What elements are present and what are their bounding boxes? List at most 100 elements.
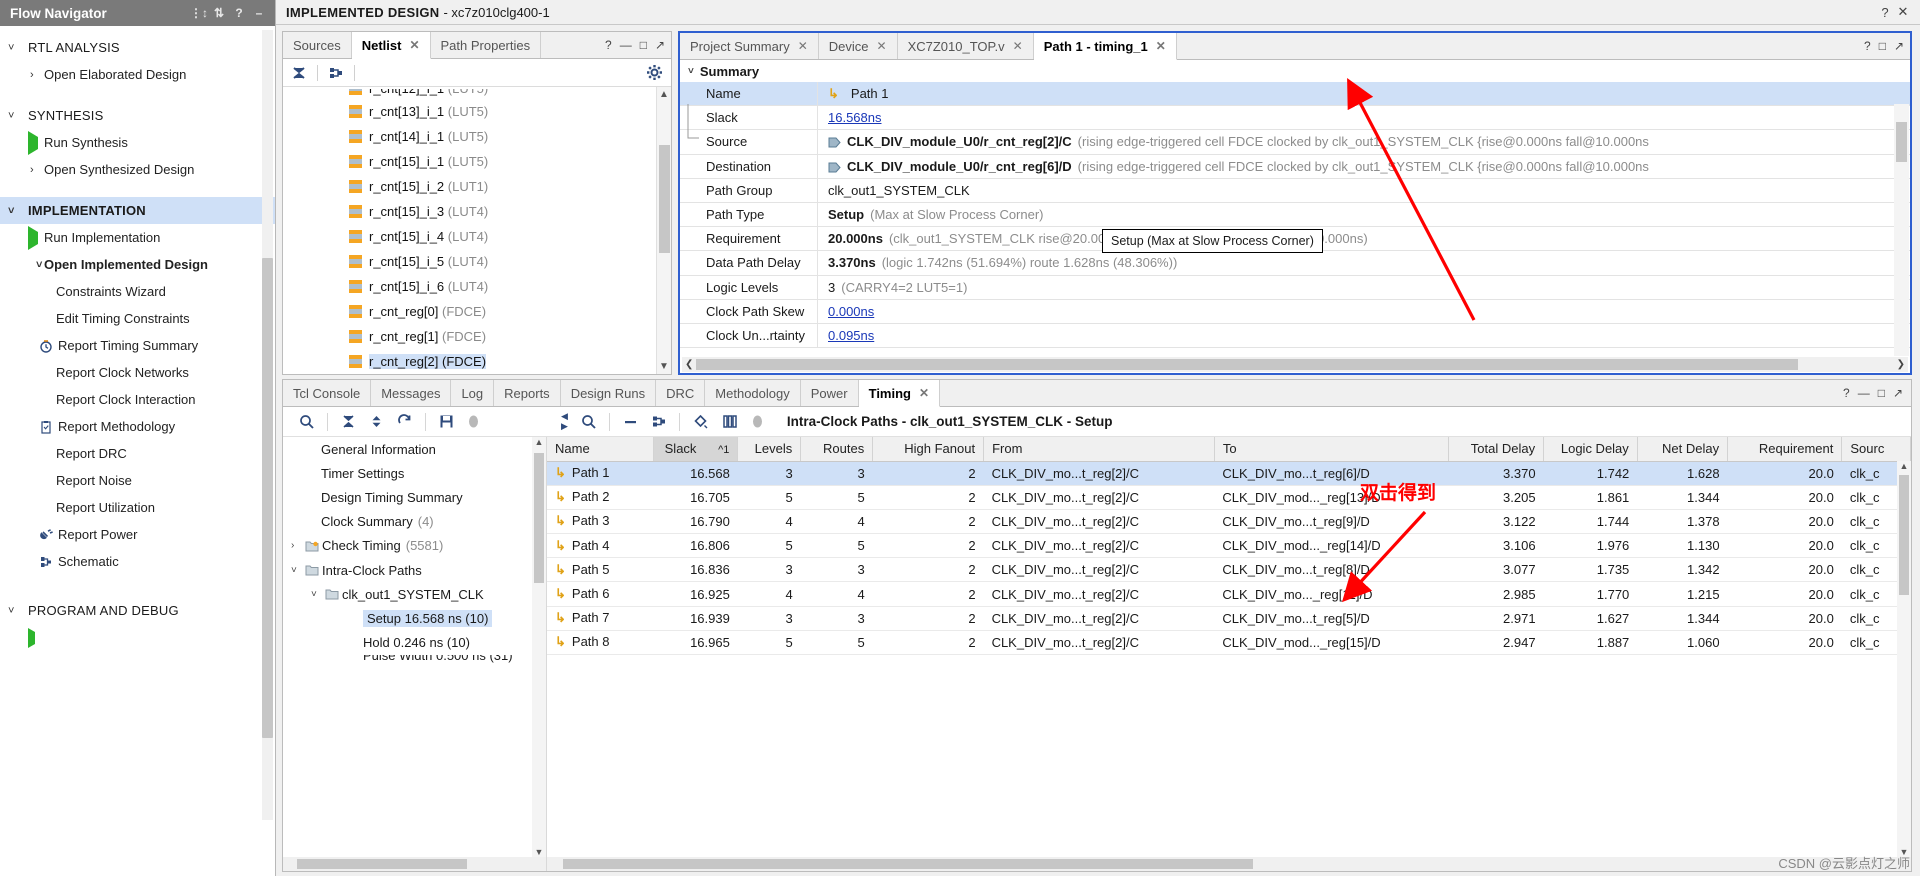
sidebar-section-implementation[interactable]: ˅ IMPLEMENTATION bbox=[0, 197, 275, 224]
collapse-all-icon[interactable] bbox=[341, 414, 356, 429]
scroll-thumb[interactable] bbox=[1896, 122, 1907, 162]
collapse-all-icon[interactable]: ⋮↕ bbox=[189, 6, 209, 20]
tab-messages[interactable]: Messages bbox=[371, 380, 452, 406]
close-icon[interactable]: ✕ bbox=[1894, 4, 1912, 20]
schematic-icon[interactable] bbox=[328, 65, 344, 81]
netlist-scrollbar[interactable]: ▲ ▼ bbox=[656, 87, 671, 374]
refresh-icon[interactable] bbox=[397, 414, 412, 429]
scroll-down-icon[interactable]: ▼ bbox=[532, 847, 546, 857]
scroll-thumb[interactable] bbox=[534, 453, 544, 583]
summary-row-path-group[interactable]: Path Group clk_out1_SYSTEM_CLK bbox=[680, 178, 1910, 203]
tree-item-pulse-width[interactable]: Pulse Width 0.500 ns (31) bbox=[283, 655, 546, 667]
summary-row-logic-levels[interactable]: Logic Levels 3 (CARRY4=2 LUT5=1) bbox=[680, 275, 1910, 300]
tree-item-timer-settings[interactable]: Timer Settings bbox=[283, 461, 546, 485]
table-vertical-scrollbar[interactable]: ▲ ▼ bbox=[1897, 461, 1911, 857]
sidebar-item-report-methodology[interactable]: Report Methodology bbox=[0, 413, 275, 440]
tab-reports[interactable]: Reports bbox=[494, 380, 561, 406]
column-header-from[interactable]: From bbox=[983, 437, 1215, 462]
tab-path-properties[interactable]: Path Properties bbox=[431, 32, 542, 58]
sidebar-item-report-power[interactable]: Report Power bbox=[0, 521, 275, 548]
scroll-up-icon[interactable]: ▲ bbox=[532, 437, 546, 447]
netlist-scroll-thumb[interactable] bbox=[659, 145, 670, 253]
tree-item-intra-clock-paths[interactable]: ˅ Intra-Clock Paths bbox=[283, 558, 546, 582]
minus-icon[interactable] bbox=[623, 414, 638, 429]
list-item[interactable]: r_cnt_reg[1] (FDCE) bbox=[283, 324, 671, 349]
tab-methodology[interactable]: Methodology bbox=[705, 380, 801, 406]
scroll-left-right-icon[interactable]: ◀ ▶ bbox=[561, 411, 568, 432]
sidebar-scrollbar-thumb[interactable] bbox=[262, 258, 273, 738]
help-icon[interactable]: ? bbox=[605, 38, 612, 52]
tab-log[interactable]: Log bbox=[451, 380, 495, 406]
tree-item-check-timing[interactable]: › Check Timing (5581) bbox=[283, 534, 546, 558]
close-icon[interactable]: ✕ bbox=[877, 39, 887, 53]
minimize-icon[interactable]: — bbox=[1858, 386, 1870, 400]
float-icon[interactable]: ↗ bbox=[1894, 39, 1904, 53]
help-icon[interactable]: ? bbox=[1876, 5, 1894, 20]
maximize-icon[interactable]: □ bbox=[1879, 39, 1886, 53]
list-item[interactable]: r_cnt[15]_i_3 (LUT4) bbox=[283, 199, 671, 224]
tab-power[interactable]: Power bbox=[801, 380, 859, 406]
column-header-high-fanout[interactable]: High Fanout bbox=[872, 437, 985, 462]
tab-device[interactable]: Device ✕ bbox=[819, 33, 898, 59]
minimize-icon[interactable]: – bbox=[249, 6, 269, 20]
close-icon[interactable]: ✕ bbox=[798, 39, 808, 53]
highlight-icon[interactable] bbox=[693, 414, 709, 430]
column-header-logic-delay[interactable]: Logic Delay bbox=[1543, 437, 1638, 462]
table-horizontal-scrollbar[interactable] bbox=[547, 857, 1911, 871]
column-header-requirement[interactable]: Requirement bbox=[1727, 437, 1843, 462]
collapse-all-icon[interactable] bbox=[291, 65, 307, 81]
search-icon[interactable] bbox=[581, 414, 596, 429]
summary-row-clock-uncertainty[interactable]: Clock Un...rtainty 0.095ns bbox=[680, 323, 1910, 349]
list-item[interactable]: r_cnt[15]_i_6 (LUT4) bbox=[283, 274, 671, 299]
tree-scrollbar[interactable]: ▲ ▼ bbox=[532, 437, 546, 871]
tab-path-1-timing-1[interactable]: Path 1 - timing_1 ✕ bbox=[1033, 33, 1177, 60]
tab-drc[interactable]: DRC bbox=[656, 380, 706, 406]
table-row[interactable]: ↳ Path 4 16.806 5 5 2 CLK_DIV_mo...t_reg[… bbox=[547, 533, 1911, 559]
tree-item-clock-summary[interactable]: Clock Summary (4) bbox=[283, 510, 546, 534]
sidebar-item-open-implemented-design[interactable]: ˅ Open Implemented Design bbox=[0, 251, 275, 278]
scroll-thumb[interactable] bbox=[696, 359, 1799, 370]
tree-item-general-information[interactable]: General Information bbox=[283, 437, 546, 461]
help-icon[interactable]: ? bbox=[1843, 386, 1850, 400]
list-item[interactable]: r_cnt[15]_i_5 (LUT4) bbox=[283, 249, 671, 274]
table-row[interactable]: ↳ Path 8 16.965 5 5 2 CLK_DIV_mo...t_reg[… bbox=[547, 630, 1911, 656]
close-icon[interactable]: ✕ bbox=[1156, 39, 1166, 53]
search-icon[interactable] bbox=[299, 414, 314, 429]
summary-row-clock-path-skew[interactable]: Clock Path Skew 0.000ns bbox=[680, 299, 1910, 324]
stop-icon[interactable] bbox=[467, 414, 480, 429]
sidebar-item-report-timing-summary[interactable]: Report Timing Summary bbox=[0, 332, 275, 359]
chevron-down-icon[interactable]: ˅ bbox=[311, 589, 325, 600]
sidebar-item-schematic[interactable]: Schematic bbox=[0, 548, 275, 575]
table-row[interactable]: ↳ Path 6 16.925 4 4 2 CLK_DIV_mo...t_reg[… bbox=[547, 581, 1911, 607]
scroll-up-icon[interactable]: ▲ bbox=[657, 87, 671, 102]
chevron-right-icon[interactable]: › bbox=[291, 540, 305, 551]
sidebar-item-run-implementation[interactable]: Run Implementation bbox=[0, 224, 275, 251]
sidebar-section-rtl-analysis[interactable]: ˅ RTL ANALYSIS bbox=[0, 34, 275, 61]
summary-row-slack[interactable]: Slack 16.568ns bbox=[680, 106, 1910, 131]
tree-item-hold[interactable]: Hold 0.246 ns (10) bbox=[283, 631, 546, 655]
table-row[interactable]: ↳ Path 2 16.705 5 5 2 CLK_DIV_mo...t_reg[… bbox=[547, 485, 1911, 510]
scroll-right-icon[interactable]: ❯ bbox=[1897, 359, 1905, 370]
scroll-thumb[interactable] bbox=[297, 859, 467, 869]
save-icon[interactable] bbox=[439, 414, 454, 429]
row-value-link[interactable]: 16.568ns bbox=[828, 110, 882, 125]
path-vertical-scrollbar[interactable] bbox=[1894, 104, 1909, 356]
tab-sources[interactable]: Sources bbox=[283, 32, 352, 58]
tab-xc7z010-top-v[interactable]: XC7Z010_TOP.v ✕ bbox=[898, 33, 1034, 59]
sidebar-item-edit-timing-constraints[interactable]: Edit Timing Constraints bbox=[0, 305, 275, 332]
summary-row-destination[interactable]: Destination CLK_DIV_module_U0/r_cnt_reg[… bbox=[680, 154, 1910, 179]
tab-timing[interactable]: Timing ✕ bbox=[858, 380, 941, 407]
sidebar-item-report-noise[interactable]: Report Noise bbox=[0, 467, 275, 494]
list-item[interactable]: r_cnt[15]_i_1 (LUT5) bbox=[283, 149, 671, 174]
schematic-icon[interactable] bbox=[651, 414, 666, 429]
sidebar-item-report-utilization[interactable]: Report Utilization bbox=[0, 494, 275, 521]
timing-report-tree[interactable]: General Information Timer Settings Desig… bbox=[283, 437, 547, 871]
sidebar-item-report-clock-networks[interactable]: Report Clock Networks bbox=[0, 359, 275, 386]
list-item[interactable]: r_cnt[13]_i_1 (LUT5) bbox=[283, 99, 671, 124]
table-row[interactable]: ↳ Path 1 16.568 3 3 2 CLK_DIV_mo...t_reg[… bbox=[547, 461, 1911, 486]
column-header-levels[interactable]: Levels bbox=[737, 437, 802, 462]
list-item[interactable]: r_cnt[14]_i_1 (LUT5) bbox=[283, 124, 671, 149]
column-header-name[interactable]: Name bbox=[547, 437, 654, 462]
stop-icon[interactable] bbox=[751, 414, 764, 429]
row-value-link[interactable]: 0.000ns bbox=[828, 304, 874, 319]
